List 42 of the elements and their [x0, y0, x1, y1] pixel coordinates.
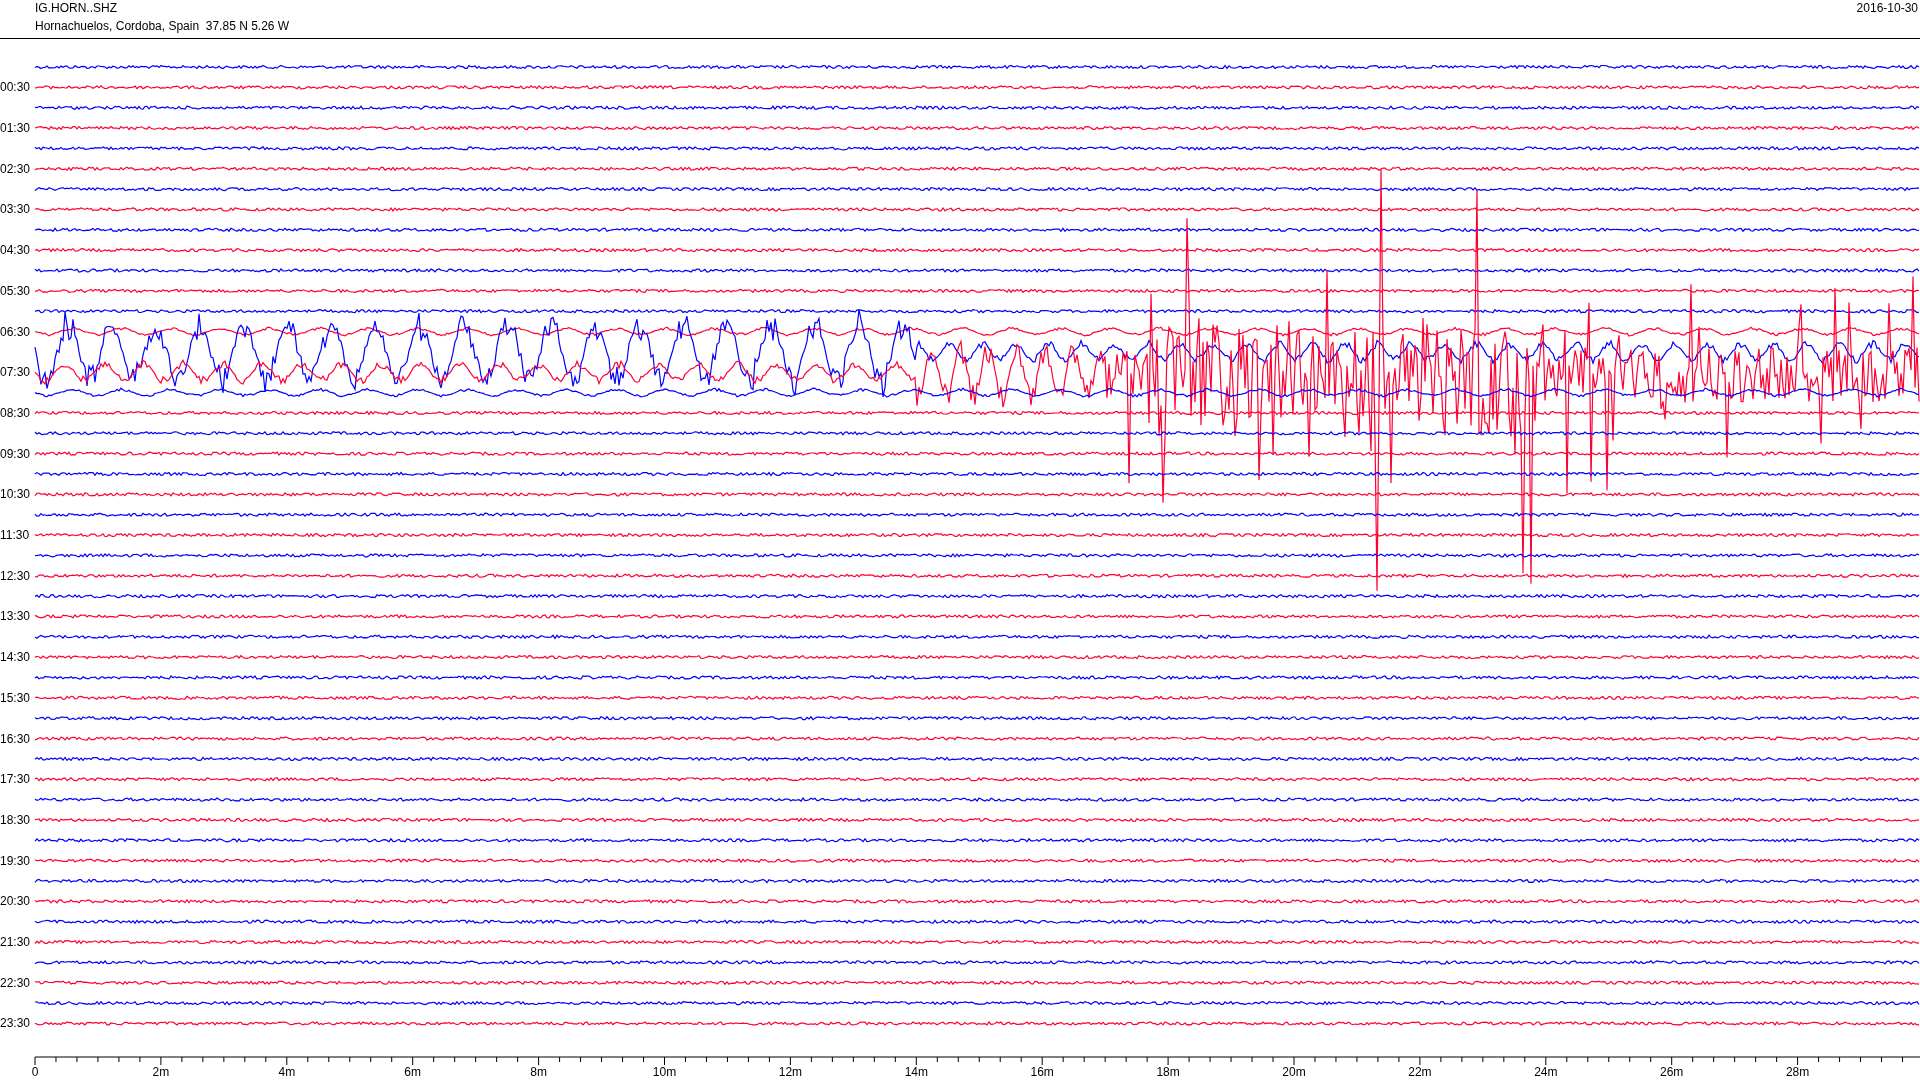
time-label: 05:30 [0, 283, 31, 298]
time-label: 20:30 [0, 894, 31, 909]
axis-tick-label: 20m [1282, 1065, 1306, 1079]
axis-tick-label: 6m [404, 1065, 422, 1079]
axis-tick-label: 8m [530, 1065, 547, 1079]
axis-tick-label: 2m [152, 1065, 170, 1079]
time-label: 12:30 [0, 568, 31, 583]
time-label: 03:30 [0, 202, 31, 217]
time-label: 02:30 [0, 161, 31, 176]
time-label: 21:30 [0, 935, 31, 950]
time-label: 07:30 [0, 365, 31, 380]
date-label: 2016-10-30 [1856, 0, 1918, 17]
time-label: 23:30 [0, 1016, 31, 1031]
time-label: 19:30 [0, 853, 31, 868]
time-label: 09:30 [0, 446, 31, 461]
axis-tick-label: 18m [1156, 1065, 1180, 1079]
time-label: 00:30 [0, 80, 31, 95]
axis-tick-label: 4m [278, 1065, 296, 1079]
time-label: 08:30 [0, 405, 31, 420]
axis-tick-label: 10m [652, 1065, 677, 1079]
axis-tick-label: 24m [1534, 1065, 1558, 1079]
time-label: 06:30 [0, 324, 31, 339]
time-label: 14:30 [0, 650, 31, 665]
time-label: 15:30 [0, 690, 31, 705]
time-label: 13:30 [0, 609, 31, 624]
station-code: IG.HORN..SHZ [35, 1, 118, 15]
time-label: 17:30 [0, 772, 31, 787]
axis-tick-label: 26m [1660, 1065, 1684, 1079]
axis-tick-label: 12m [778, 1065, 803, 1079]
time-label: 22:30 [0, 975, 31, 990]
time-label: 10:30 [0, 487, 31, 502]
axis-tick-label: 0 [31, 1065, 39, 1079]
station-location: Hornachuelos, Cordoba, Spain 37.85 N 5.26 W [35, 19, 290, 33]
axis-tick-label: 22m [1408, 1065, 1432, 1079]
axis-tick-label: 14m [904, 1065, 928, 1079]
axis-tick-label: 16m [1030, 1065, 1054, 1079]
axis-tick-label: 28m [1785, 1065, 1810, 1079]
time-label: 01:30 [0, 121, 31, 136]
time-label: 11:30 [0, 528, 30, 543]
time-label: 04:30 [0, 243, 31, 258]
time-label: 16:30 [0, 731, 31, 746]
time-label: 18:30 [0, 812, 31, 827]
